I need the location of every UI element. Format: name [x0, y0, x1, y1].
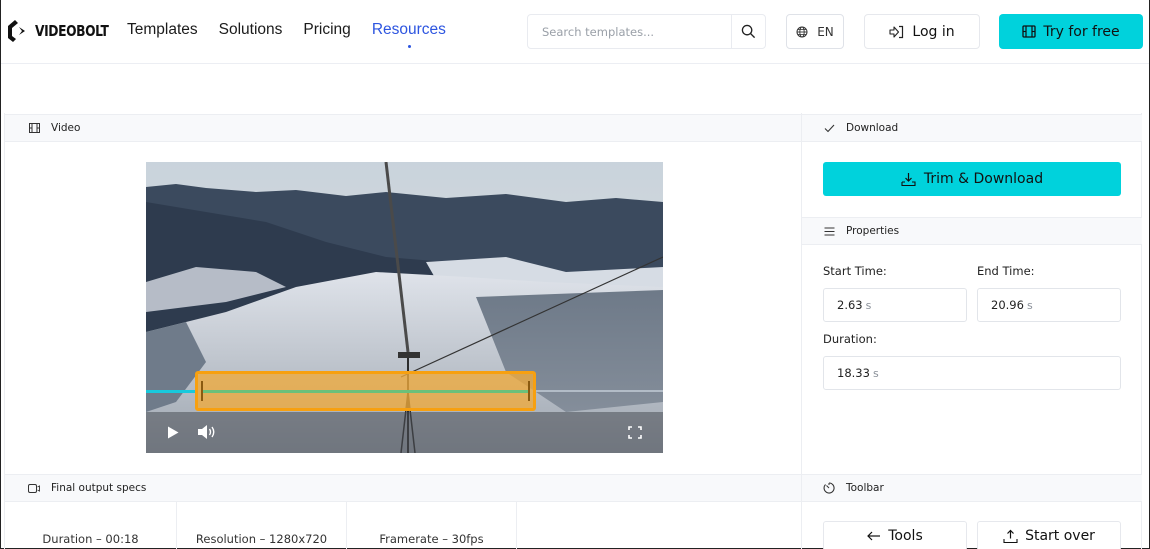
start-over-label: Start over [1025, 528, 1095, 544]
login-button[interactable]: Log in [864, 14, 980, 49]
toolbar-panel-header: Toolbar [802, 474, 1142, 502]
volume-icon [198, 425, 215, 439]
end-time-field[interactable]: 20.96 s [977, 288, 1121, 322]
login-label: Log in [912, 23, 955, 40]
duration-unit: s [872, 366, 879, 380]
brand-logo[interactable]: VIDEOBOLT [6, 18, 125, 44]
fullscreen-button[interactable] [627, 424, 643, 440]
spec-resolution: Resolution – 1280x720 [177, 501, 347, 549]
check-icon [822, 124, 836, 133]
nav-templates[interactable]: Templates [127, 21, 198, 39]
language-selector[interactable]: EN [786, 14, 844, 49]
arrow-left-icon [867, 531, 881, 541]
duration-label: Duration: [823, 332, 877, 346]
language-label: EN [817, 24, 834, 39]
video-panel-header: Video [5, 114, 801, 142]
globe-icon [796, 26, 808, 37]
start-over-button[interactable]: Start over [977, 521, 1121, 549]
menu-icon [822, 227, 836, 236]
spec-duration: Duration – 00:18 [5, 501, 177, 549]
start-time-value: 2.63 [837, 298, 863, 312]
timeline-remaining-track [536, 390, 663, 392]
spec-resolution-label: Resolution – 1280x720 [195, 532, 328, 546]
search-button[interactable] [731, 15, 765, 48]
spec-duration-label: Duration – 00:18 [42, 532, 139, 546]
try-for-free-button[interactable]: Try for free [999, 14, 1143, 49]
play-button[interactable] [165, 424, 181, 440]
trim-selection[interactable] [195, 371, 536, 411]
video-panel-title: Video [51, 122, 81, 134]
trim-and-download-label: Trim & Download [923, 171, 1044, 187]
download-panel-title: Download [846, 122, 899, 134]
video-player[interactable] [146, 162, 663, 453]
spec-framerate: Framerate – 30fps [347, 501, 517, 549]
trim-end-handle[interactable] [528, 381, 530, 401]
properties-panel-header: Properties [802, 217, 1142, 245]
try-for-free-label: Try for free [1043, 23, 1120, 40]
specs-panel-title: Final output specs [51, 482, 147, 494]
search-input[interactable] [528, 15, 732, 48]
play-icon [168, 426, 179, 438]
end-time-value: 20.96 [991, 298, 1024, 312]
trim-and-download-button[interactable]: Trim & Download [823, 162, 1121, 196]
search-icon [741, 24, 756, 39]
start-time-unit: s [865, 298, 872, 312]
end-time-label: End Time: [977, 264, 1035, 278]
duration-field[interactable]: 18.33 s [823, 356, 1121, 390]
properties-panel-title: Properties [846, 225, 900, 237]
start-time-field[interactable]: 2.63 s [823, 288, 967, 322]
main-nav: Templates Solutions Pricing Resources [127, 21, 467, 48]
search-box [527, 14, 766, 49]
spec-framerate-label: Framerate – 30fps [379, 532, 484, 546]
film-icon [1022, 25, 1036, 38]
brand-name: VIDEOBOLT [35, 22, 109, 40]
volume-button[interactable] [196, 423, 218, 441]
top-navigation-bar: VIDEOBOLT Templates Solutions Pricing Re… [1, 0, 1149, 64]
timer-icon [822, 482, 836, 494]
start-time-label: Start Time: [823, 264, 887, 278]
login-icon [889, 25, 904, 38]
specs-panel-header: Final output specs [5, 474, 801, 502]
tools-button[interactable]: Tools [823, 521, 967, 549]
fullscreen-icon [628, 425, 642, 439]
timeline-played-track [146, 390, 195, 393]
trim-start-handle[interactable] [201, 381, 203, 401]
film-icon [27, 123, 41, 133]
videobolt-logo-icon [8, 20, 25, 42]
nav-resources[interactable]: Resources [372, 21, 446, 48]
video-camera-icon [27, 483, 41, 493]
upload-icon [1003, 529, 1018, 543]
nav-solutions[interactable]: Solutions [219, 21, 283, 39]
duration-value: 18.33 [837, 366, 870, 380]
end-time-unit: s [1026, 298, 1033, 312]
tools-label: Tools [888, 528, 923, 544]
trim-progress-bar [203, 390, 528, 393]
download-icon [901, 172, 916, 186]
nav-pricing[interactable]: Pricing [303, 21, 350, 39]
download-panel-header: Download [802, 114, 1142, 142]
toolbar-panel-title: Toolbar [846, 482, 884, 494]
